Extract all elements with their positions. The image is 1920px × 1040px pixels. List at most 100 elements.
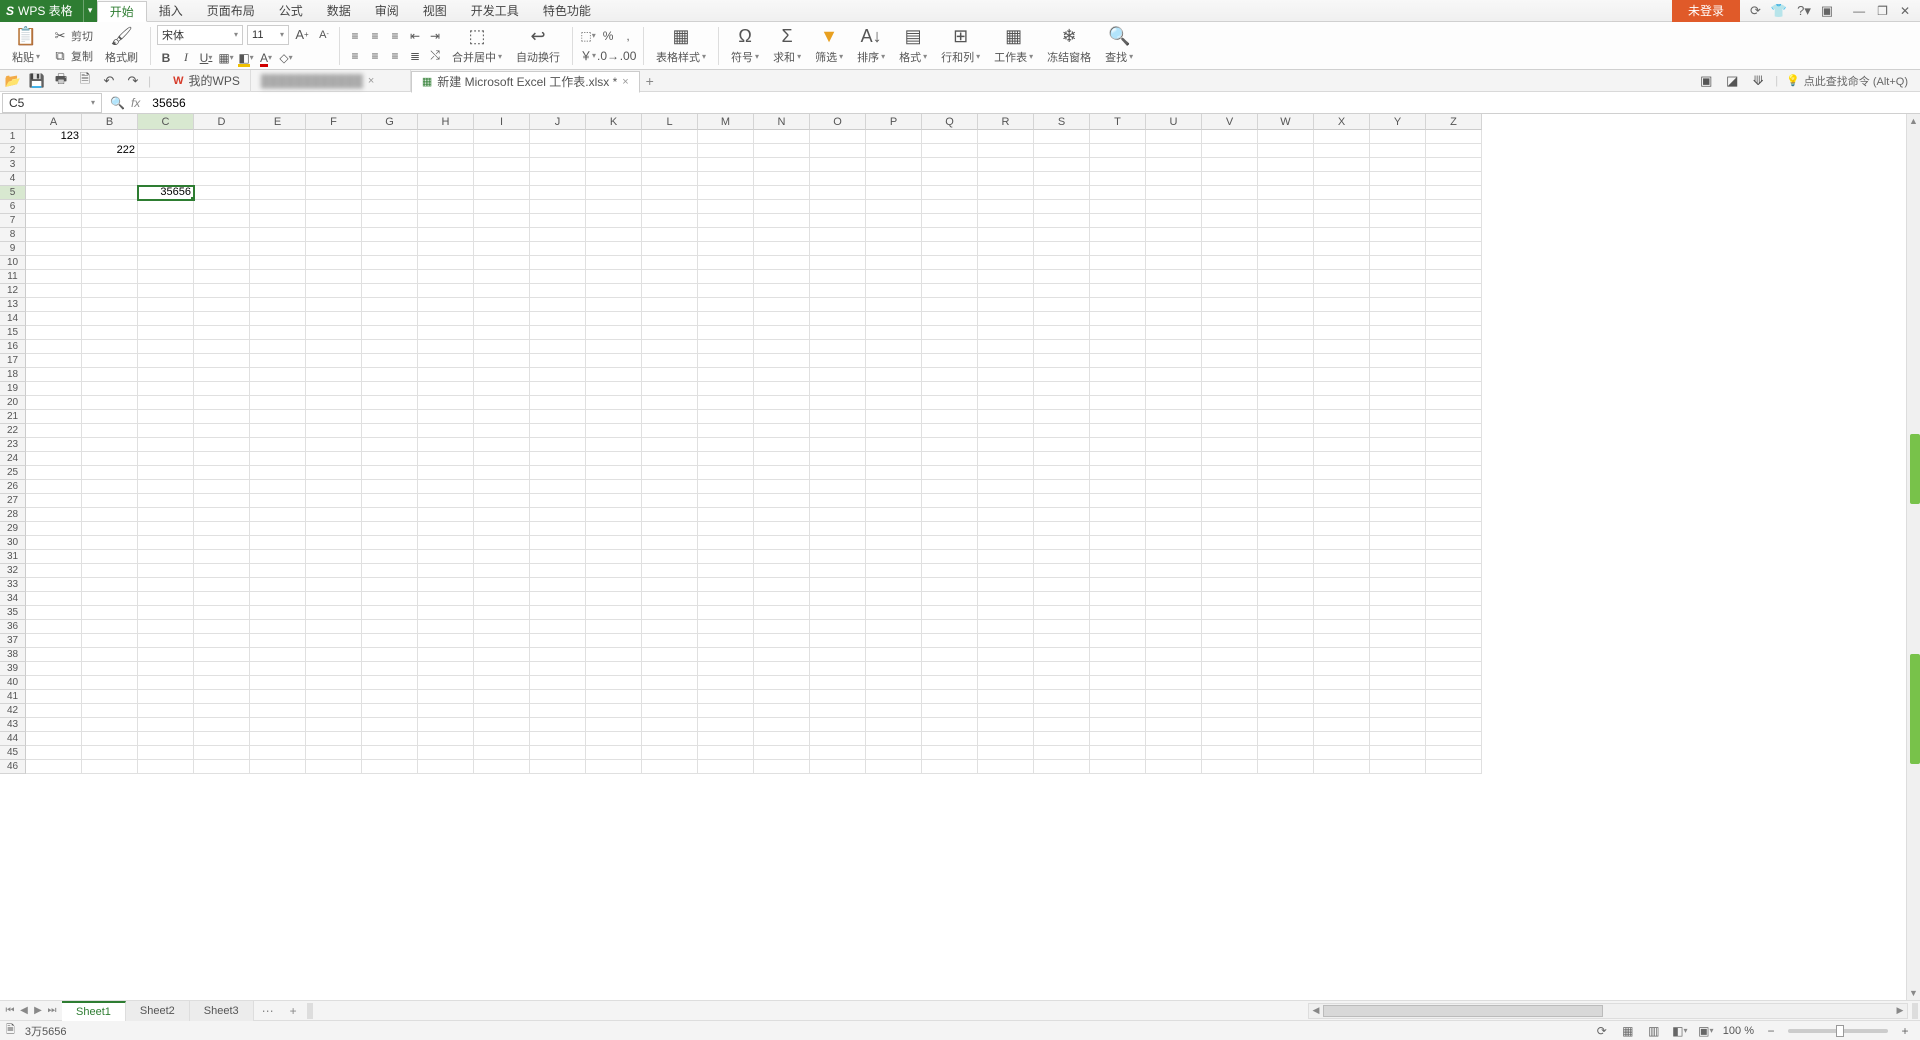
cell-L3[interactable] — [642, 158, 698, 172]
cell-B38[interactable] — [82, 648, 138, 662]
cell-P13[interactable] — [866, 298, 922, 312]
cell-I14[interactable] — [474, 312, 530, 326]
cell-C34[interactable] — [138, 592, 194, 606]
cell-E14[interactable] — [250, 312, 306, 326]
cell-B8[interactable] — [82, 228, 138, 242]
cell-U18[interactable] — [1146, 368, 1202, 382]
inc-decimal-button[interactable]: .0→ — [599, 47, 617, 65]
cell-I21[interactable] — [474, 410, 530, 424]
cell-C12[interactable] — [138, 284, 194, 298]
help-icon[interactable]: ?▾ — [1797, 3, 1811, 19]
cell-F18[interactable] — [306, 368, 362, 382]
cell-B12[interactable] — [82, 284, 138, 298]
cell-L40[interactable] — [642, 676, 698, 690]
cell-W11[interactable] — [1258, 270, 1314, 284]
cell-E21[interactable] — [250, 410, 306, 424]
cell-P7[interactable] — [866, 214, 922, 228]
cell-K43[interactable] — [586, 718, 642, 732]
cell-H45[interactable] — [418, 746, 474, 760]
cell-P16[interactable] — [866, 340, 922, 354]
cell-W42[interactable] — [1258, 704, 1314, 718]
cell-S11[interactable] — [1034, 270, 1090, 284]
cell-U19[interactable] — [1146, 382, 1202, 396]
cell-N39[interactable] — [754, 662, 810, 676]
cell-T26[interactable] — [1090, 480, 1146, 494]
cell-D39[interactable] — [194, 662, 250, 676]
cell-G42[interactable] — [362, 704, 418, 718]
cell-Q3[interactable] — [922, 158, 978, 172]
cell-T22[interactable] — [1090, 424, 1146, 438]
cell-K30[interactable] — [586, 536, 642, 550]
cell-S2[interactable] — [1034, 144, 1090, 158]
cell-L43[interactable] — [642, 718, 698, 732]
cell-H12[interactable] — [418, 284, 474, 298]
cell-P39[interactable] — [866, 662, 922, 676]
scroll-left-button[interactable]: ◀ — [1309, 1005, 1323, 1016]
cell-X13[interactable] — [1314, 298, 1370, 312]
cell-C24[interactable] — [138, 452, 194, 466]
cell-O5[interactable] — [810, 186, 866, 200]
cell-X9[interactable] — [1314, 242, 1370, 256]
cell-O45[interactable] — [810, 746, 866, 760]
cell-L24[interactable] — [642, 452, 698, 466]
cell-F24[interactable] — [306, 452, 362, 466]
row-header-29[interactable]: 29 — [0, 522, 26, 536]
formula-input[interactable] — [146, 93, 1920, 113]
cell-I29[interactable] — [474, 522, 530, 536]
cell-I25[interactable] — [474, 466, 530, 480]
cell-H18[interactable] — [418, 368, 474, 382]
cell-V44[interactable] — [1202, 732, 1258, 746]
cell-I30[interactable] — [474, 536, 530, 550]
cell-X45[interactable] — [1314, 746, 1370, 760]
cell-D43[interactable] — [194, 718, 250, 732]
cell-K41[interactable] — [586, 690, 642, 704]
cell-P28[interactable] — [866, 508, 922, 522]
cell-P43[interactable] — [866, 718, 922, 732]
cell-C5[interactable]: 35656 — [138, 186, 194, 200]
cell-D35[interactable] — [194, 606, 250, 620]
indent-inc-button[interactable]: ⇥ — [426, 27, 444, 45]
cell-X28[interactable] — [1314, 508, 1370, 522]
cell-B3[interactable] — [82, 158, 138, 172]
cell-G17[interactable] — [362, 354, 418, 368]
align-top-button[interactable]: ≡ — [346, 27, 364, 45]
cell-P38[interactable] — [866, 648, 922, 662]
cell-K25[interactable] — [586, 466, 642, 480]
col-header-N[interactable]: N — [754, 114, 810, 130]
cell-Z17[interactable] — [1426, 354, 1482, 368]
cell-R16[interactable] — [978, 340, 1034, 354]
cell-K44[interactable] — [586, 732, 642, 746]
horizontal-scrollbar[interactable]: ◀ ▶ — [1308, 1003, 1908, 1019]
table-style-button[interactable]: ▦表格样式▾ — [650, 25, 712, 67]
cell-L30[interactable] — [642, 536, 698, 550]
cell-W4[interactable] — [1258, 172, 1314, 186]
cell-G29[interactable] — [362, 522, 418, 536]
row-header-3[interactable]: 3 — [0, 158, 26, 172]
cell-E45[interactable] — [250, 746, 306, 760]
cell-N34[interactable] — [754, 592, 810, 606]
row-header-17[interactable]: 17 — [0, 354, 26, 368]
cell-F1[interactable] — [306, 130, 362, 144]
cell-O14[interactable] — [810, 312, 866, 326]
paste-button[interactable]: 📋 粘贴▾ — [6, 25, 46, 67]
cell-R30[interactable] — [978, 536, 1034, 550]
cell-C21[interactable] — [138, 410, 194, 424]
cell-J43[interactable] — [530, 718, 586, 732]
cell-Q7[interactable] — [922, 214, 978, 228]
qat-save-icon[interactable]: 💾 — [28, 72, 46, 90]
cell-Z26[interactable] — [1426, 480, 1482, 494]
cell-G10[interactable] — [362, 256, 418, 270]
cell-J24[interactable] — [530, 452, 586, 466]
cell-N22[interactable] — [754, 424, 810, 438]
cell-F13[interactable] — [306, 298, 362, 312]
cell-L11[interactable] — [642, 270, 698, 284]
cell-B5[interactable] — [82, 186, 138, 200]
menu-tab-4[interactable]: 数据 — [315, 0, 363, 22]
cell-M36[interactable] — [698, 620, 754, 634]
cell-Z46[interactable] — [1426, 760, 1482, 774]
cell-C26[interactable] — [138, 480, 194, 494]
cell-F2[interactable] — [306, 144, 362, 158]
cell-U35[interactable] — [1146, 606, 1202, 620]
row-header-24[interactable]: 24 — [0, 452, 26, 466]
cell-F34[interactable] — [306, 592, 362, 606]
